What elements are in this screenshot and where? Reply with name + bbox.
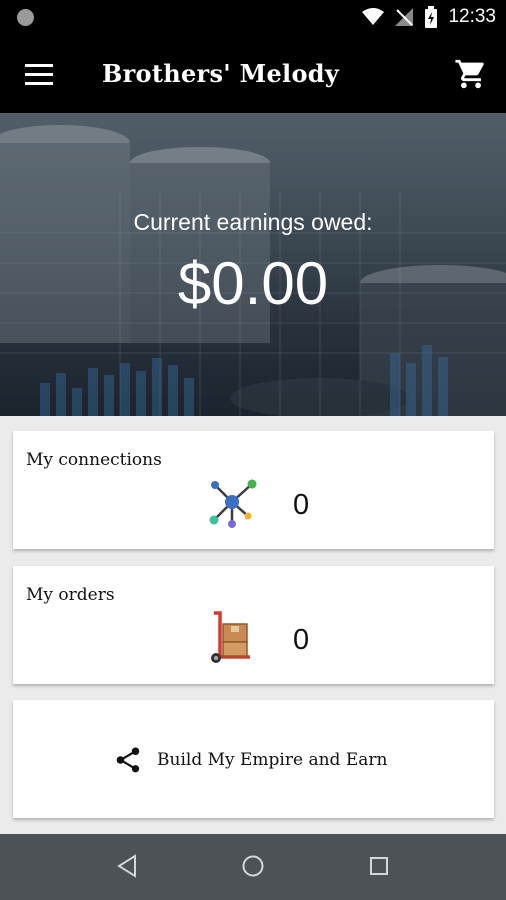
hand-truck-icon xyxy=(211,611,250,663)
recents-icon[interactable] xyxy=(368,854,390,878)
clock: 12:33 xyxy=(448,6,496,27)
cart-icon[interactable] xyxy=(454,57,488,91)
wifi-icon xyxy=(362,8,385,25)
home-icon[interactable] xyxy=(241,854,265,878)
app-bar: Brothers' Melody xyxy=(0,37,506,113)
share-icon xyxy=(116,747,140,773)
app-title: Brothers' Melody xyxy=(102,59,340,88)
earnings-amount: $0.00 xyxy=(177,250,329,317)
connections-count: 0 xyxy=(293,489,310,521)
notification-icon xyxy=(17,9,34,26)
network-icon xyxy=(209,479,257,528)
status-bar: 12:33 xyxy=(0,0,506,37)
system-nav-bar xyxy=(0,834,506,900)
battery-charging-icon xyxy=(425,6,438,28)
back-icon[interactable] xyxy=(116,854,138,878)
share-row: Build My Empire and Earn xyxy=(113,745,387,775)
no-signal-icon xyxy=(395,8,414,26)
status-icons: 12:33 xyxy=(362,6,496,28)
connections-label: My connections xyxy=(26,450,162,470)
build-empire-label: Build My Empire and Earn xyxy=(157,750,388,770)
connections-card[interactable]: My connections 0 xyxy=(13,431,494,549)
orders-count: 0 xyxy=(293,624,310,656)
build-empire-button[interactable]: Build My Empire and Earn xyxy=(13,700,494,818)
orders-label: My orders xyxy=(26,585,115,605)
orders-card[interactable]: My orders 0 xyxy=(13,566,494,684)
earnings-banner: Current earnings owed: $0.00 xyxy=(0,113,506,416)
menu-icon[interactable] xyxy=(25,64,53,86)
earnings-caption: Current earnings owed: xyxy=(133,209,373,235)
